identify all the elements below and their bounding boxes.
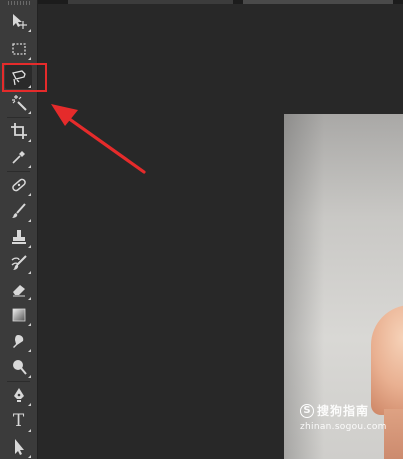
tool-flyout-indicator (28, 375, 31, 378)
eraser-tool[interactable] (5, 277, 32, 301)
tool-flyout-indicator (28, 403, 31, 406)
magic-wand-tool[interactable] (5, 91, 32, 115)
brush-tool[interactable] (5, 199, 32, 223)
sogou-logo-icon: S (300, 403, 314, 418)
tool-flyout-indicator (28, 193, 31, 196)
tool-flyout-indicator (28, 139, 31, 142)
tool-flyout-indicator (28, 57, 31, 60)
panel-grip[interactable] (8, 1, 30, 5)
move-tool-icon (12, 14, 27, 29)
dodge-tool-icon (12, 360, 27, 375)
tool-flyout-indicator (28, 219, 31, 222)
document-tab[interactable] (68, 0, 233, 4)
toolbar-separator (7, 117, 30, 118)
rectangular-marquee-icon (11, 43, 26, 55)
eyedropper-tool[interactable] (5, 145, 32, 169)
tool-flyout-indicator (28, 297, 31, 300)
magic-wand-icon (11, 95, 27, 111)
type-tool-icon: T (12, 410, 25, 431)
lasso-tool-highlight-box (2, 63, 47, 92)
document-tab-active[interactable] (243, 0, 393, 4)
tool-flyout-indicator (28, 111, 31, 114)
path-selection-tool[interactable] (5, 435, 32, 459)
path-selection-icon (14, 439, 24, 455)
pen-tool[interactable] (5, 383, 32, 407)
watermark-url: zhinan.sogou.com (300, 422, 387, 432)
watermark-title: 搜狗指南 (317, 404, 370, 418)
brush-tool-icon (11, 203, 26, 218)
move-tool[interactable] (5, 9, 32, 33)
gradient-tool[interactable] (5, 303, 32, 327)
marquee-tool[interactable] (5, 37, 32, 61)
healing-brush-icon (11, 178, 26, 192)
tool-flyout-indicator (28, 271, 31, 274)
crop-tool-icon (10, 123, 27, 139)
tool-flyout-indicator (28, 165, 31, 168)
tool-flyout-indicator (28, 323, 31, 326)
healing-brush-tool[interactable] (5, 173, 32, 197)
toolbar-separator (7, 171, 30, 172)
gradient-tool-icon (12, 308, 25, 322)
tool-flyout-indicator (28, 455, 31, 458)
annotation-arrow-icon (51, 104, 146, 174)
eyedropper-icon (11, 151, 25, 164)
tool-flyout-indicator (28, 429, 31, 432)
history-brush-icon (11, 255, 27, 270)
finger-image (371, 305, 403, 415)
tool-flyout-indicator (28, 29, 31, 32)
history-brush-tool[interactable] (5, 251, 32, 275)
toolbar-separator (7, 381, 30, 382)
blur-tool-icon (12, 335, 23, 348)
type-tool[interactable]: T (5, 409, 32, 433)
document-tab-bar (38, 0, 403, 4)
dodge-tool[interactable] (5, 355, 32, 379)
pen-tool-icon (13, 388, 24, 402)
crop-tool[interactable] (5, 119, 32, 143)
clone-stamp-icon (11, 230, 26, 244)
clone-stamp-tool[interactable] (5, 225, 32, 249)
eraser-icon (12, 285, 25, 297)
blur-tool[interactable] (5, 329, 32, 353)
watermark: S 搜狗指南 zhinan.sogou.com (300, 402, 400, 442)
tool-flyout-indicator (28, 349, 31, 352)
tool-flyout-indicator (28, 245, 31, 248)
